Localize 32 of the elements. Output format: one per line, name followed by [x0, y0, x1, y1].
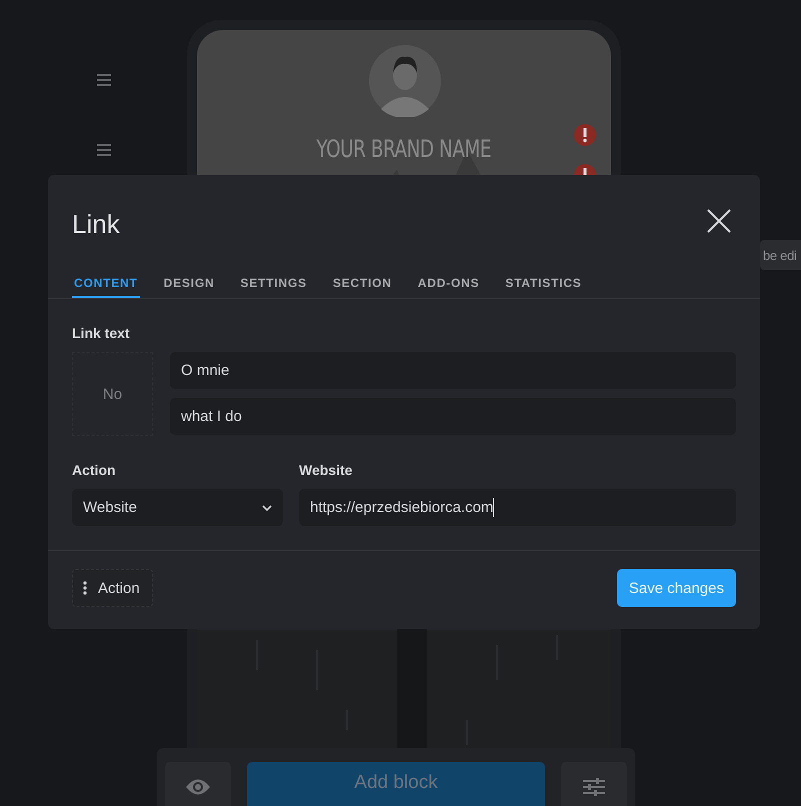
avatar-icon: [369, 45, 441, 117]
tab[interactable]: DESIGN: [162, 239, 216, 298]
brand-name: YOUR BRAND NAME: [316, 135, 492, 163]
image-placeholder[interactable]: No: [72, 352, 153, 436]
field-label: Link text: [72, 325, 131, 341]
action-menu-button[interactable]: Action: [72, 569, 153, 607]
tab[interactable]: CONTENT: [72, 239, 140, 298]
text-input[interactable]: O mnie: [170, 352, 736, 389]
preview-button[interactable]: [165, 762, 231, 806]
text-input[interactable]: what I do: [170, 398, 736, 435]
alert-icon[interactable]: [573, 123, 597, 147]
tab[interactable]: STATISTICS: [503, 239, 584, 298]
action-select[interactable]: Website: [72, 489, 283, 526]
website-input[interactable]: https://eprzedsiebiorca.com: [299, 489, 736, 526]
dialog-title: Link: [72, 208, 120, 240]
drag-handle-icon[interactable]: [97, 74, 111, 86]
field-label: Website: [299, 462, 354, 478]
tab[interactable]: SETTINGS: [238, 239, 309, 298]
tooltip-text: be edi: [762, 248, 797, 262]
field-label: Action: [72, 462, 117, 478]
chevron-down-icon: [262, 504, 272, 510]
settings-button[interactable]: [561, 762, 627, 806]
drag-handle-icon[interactable]: [97, 144, 111, 156]
tab[interactable]: SECTION: [330, 239, 394, 298]
close-button[interactable]: [706, 209, 732, 235]
eye-icon: [185, 778, 211, 796]
more-vertical-icon: [83, 581, 87, 595]
alert-icon[interactable]: [573, 163, 597, 175]
text-cursor: [493, 498, 494, 517]
tab[interactable]: ADD-ONS: [416, 239, 482, 298]
sliders-icon: [583, 778, 605, 796]
close-icon: [707, 209, 731, 233]
